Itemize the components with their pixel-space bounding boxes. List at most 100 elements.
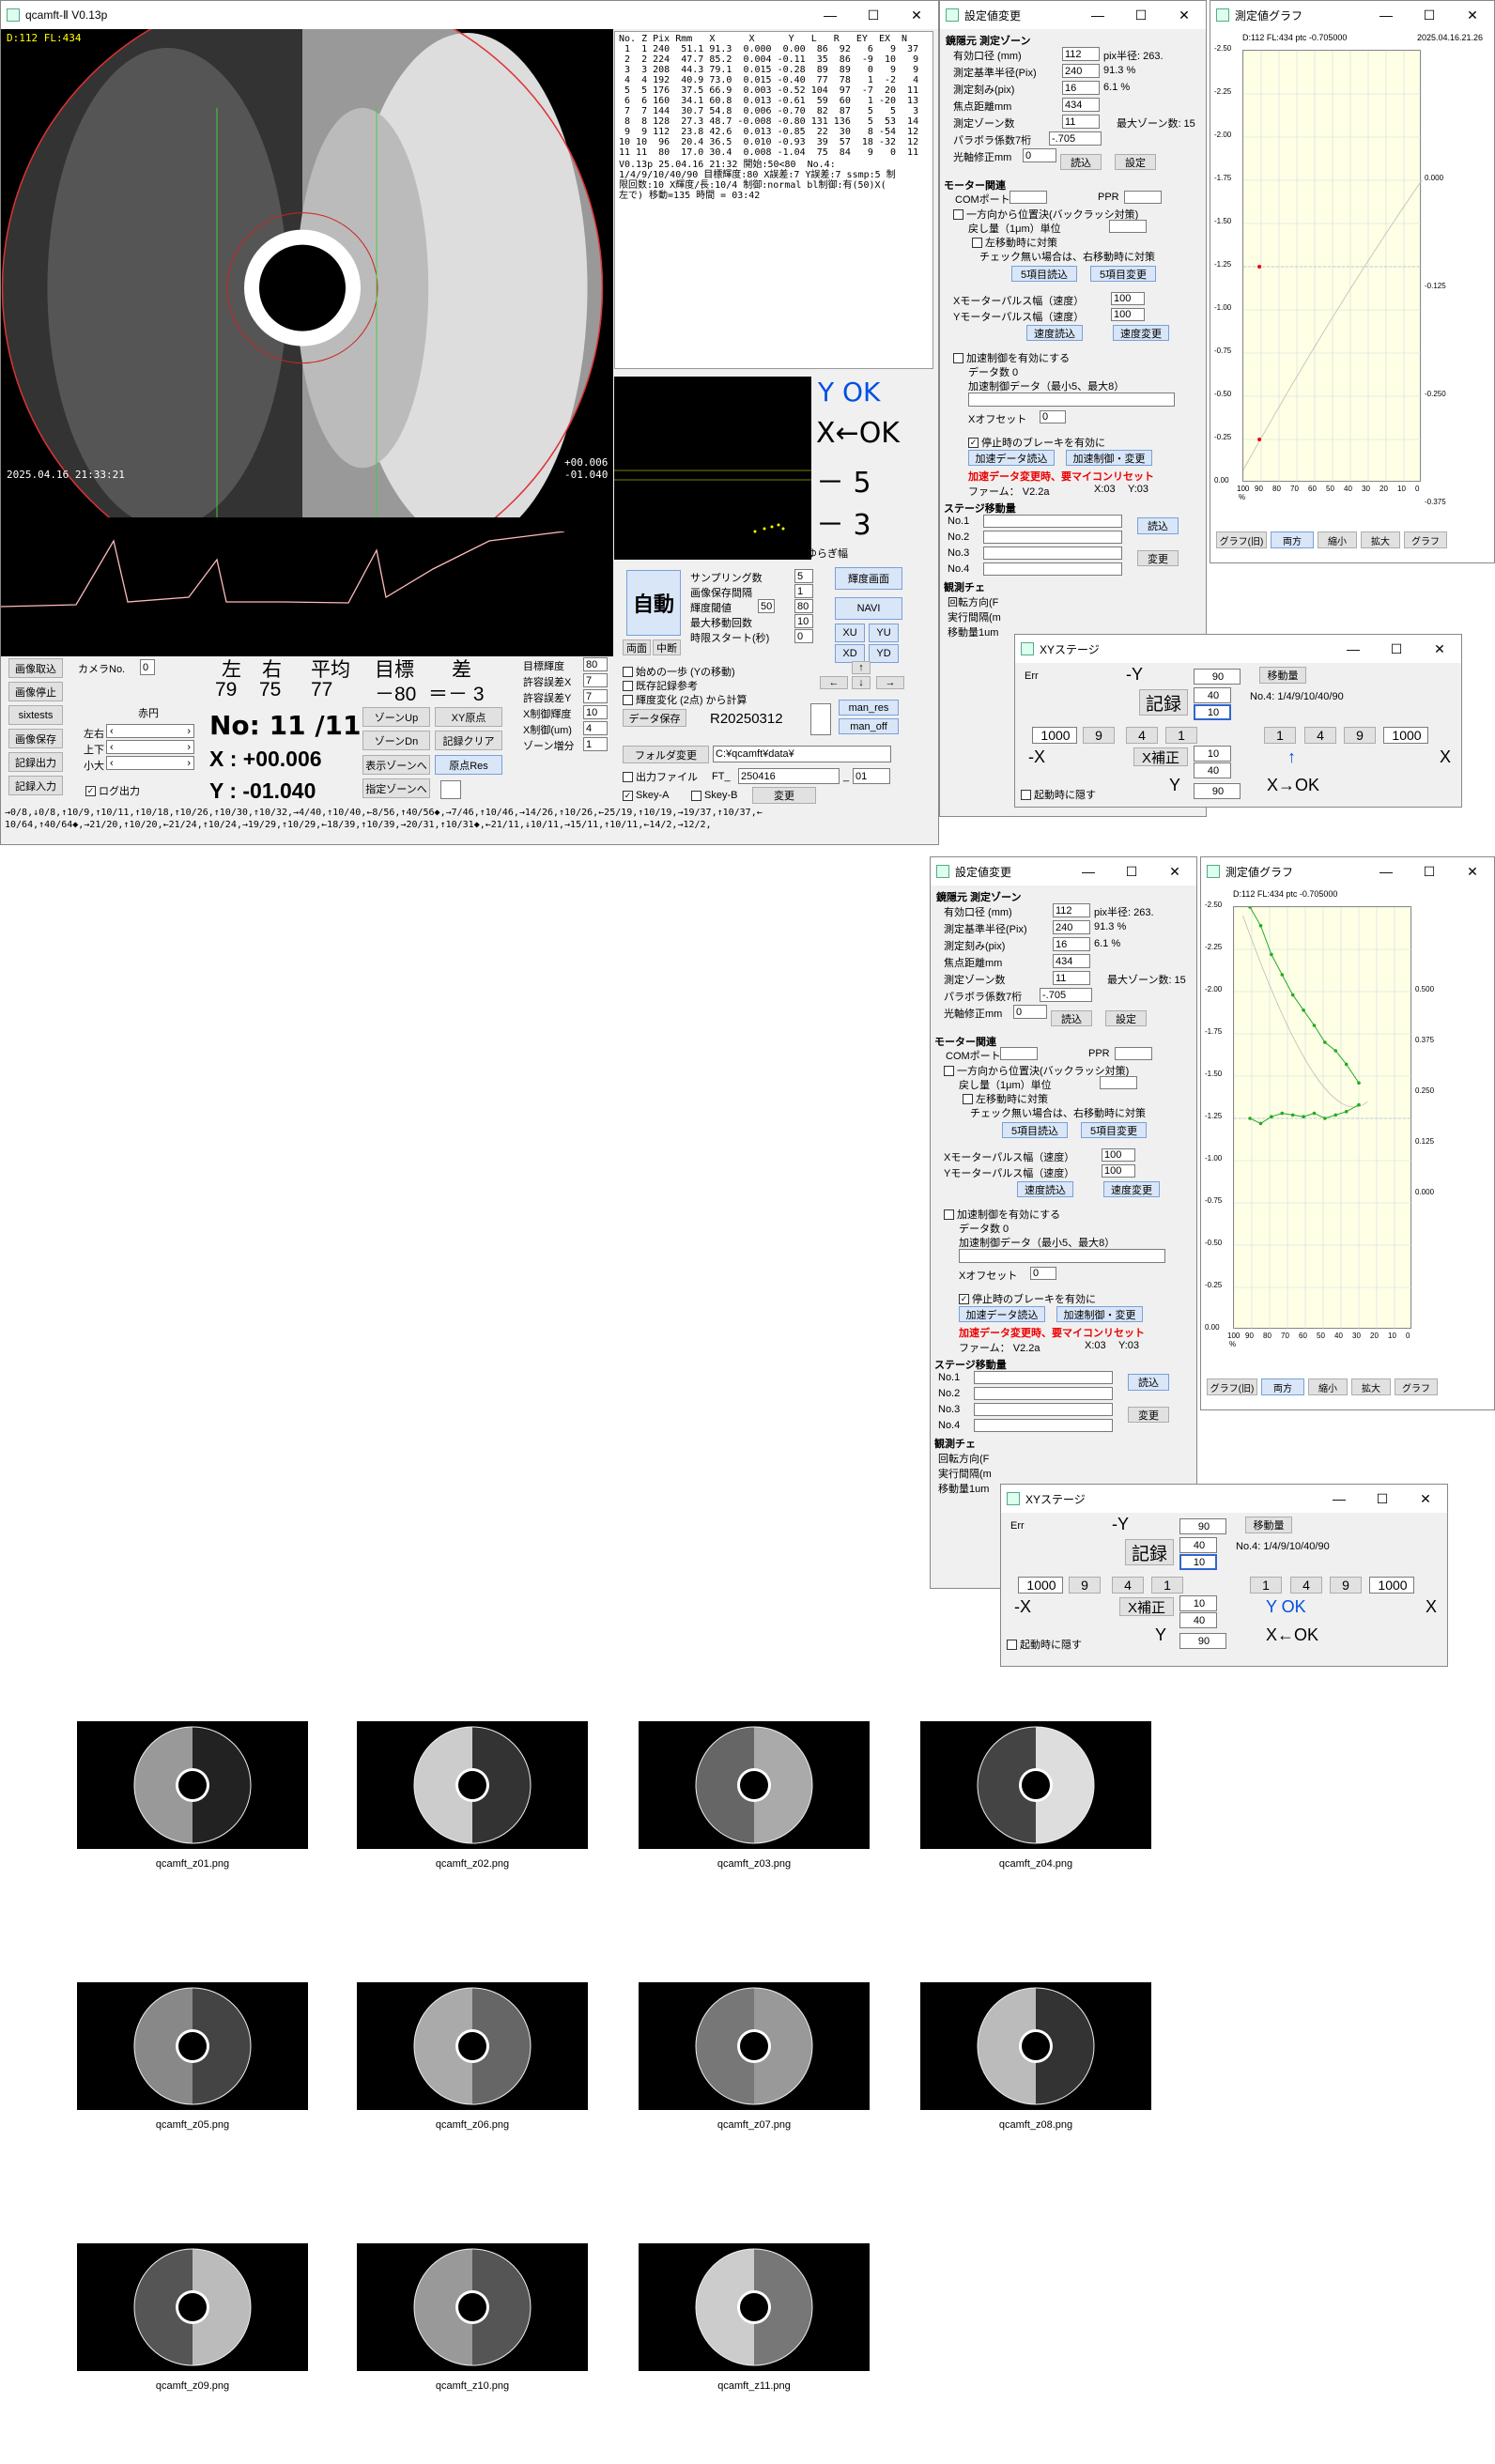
left-button-4[interactable]: 記録出力 bbox=[8, 752, 63, 772]
read-button[interactable]: 読込 bbox=[1060, 154, 1102, 170]
threshold-compare-input[interactable]: 80 bbox=[794, 599, 813, 613]
minimize-icon[interactable]: — bbox=[1076, 1, 1119, 29]
maximize-icon[interactable]: ☐ bbox=[1408, 1, 1451, 29]
change-button[interactable]: 変更 bbox=[752, 787, 816, 804]
maximize-icon[interactable]: ☐ bbox=[852, 1, 895, 29]
folder-change-button[interactable]: フォルダ変更 bbox=[623, 746, 709, 763]
step-button-0[interactable]: 1000 bbox=[1032, 727, 1077, 744]
step-button-0[interactable]: 1000 bbox=[1018, 1577, 1063, 1594]
skey-a-checkbox[interactable]: ✓Skey-A bbox=[623, 790, 669, 801]
thumbnail-image[interactable] bbox=[357, 2243, 588, 2371]
sample-input-3[interactable]: 10 bbox=[794, 614, 813, 628]
return-amount-input[interactable] bbox=[1109, 220, 1147, 233]
five-items-read-button[interactable]: 5項目読込 bbox=[1002, 1122, 1068, 1138]
brightness-screen-button[interactable]: 輝度画面 bbox=[835, 567, 902, 590]
setting-input-4[interactable]: 11 bbox=[1062, 115, 1100, 129]
setting-input-2[interactable]: 16 bbox=[1062, 81, 1100, 95]
ppr-input[interactable] bbox=[1115, 1047, 1152, 1060]
y-motor-input[interactable]: 100 bbox=[1102, 1164, 1135, 1178]
stage-input-3[interactable] bbox=[983, 562, 1122, 576]
step-button-4[interactable]: 1 bbox=[1264, 727, 1296, 744]
stage-input-3[interactable] bbox=[974, 1419, 1113, 1432]
adjust-scroll[interactable]: ‹› bbox=[106, 740, 194, 754]
accel-read-button[interactable]: 加速データ読込 bbox=[959, 1306, 1045, 1322]
brake-checkbox[interactable]: ✓ 停止時のブレーキを有効に bbox=[968, 435, 1105, 450]
graph-button-1[interactable]: 両方 bbox=[1271, 531, 1314, 548]
step-button-3[interactable]: 1 bbox=[1165, 727, 1197, 744]
x-correct-button[interactable]: X補正 bbox=[1133, 747, 1188, 766]
stage-change-button[interactable]: 変更 bbox=[1128, 1407, 1169, 1423]
accel-checkbox[interactable]: 加速制御を有効にする bbox=[953, 350, 1070, 365]
step-button-5[interactable]: 4 bbox=[1304, 727, 1336, 744]
thumbnail-image[interactable] bbox=[920, 1982, 1151, 2110]
close-icon[interactable]: ✕ bbox=[1163, 1, 1206, 29]
option-checkbox-1[interactable]: 既存記録参考 bbox=[623, 678, 698, 693]
y-step-90[interactable]: 90 bbox=[1194, 669, 1241, 685]
five-items-change-button[interactable]: 5項目変更 bbox=[1090, 266, 1156, 282]
param-input-1[interactable]: 7 bbox=[583, 673, 608, 687]
stage-input-0[interactable] bbox=[983, 515, 1122, 528]
thumbnail-image[interactable] bbox=[639, 1982, 870, 2110]
output-file-checkbox[interactable]: 出力ファイル bbox=[623, 769, 698, 784]
close-icon[interactable]: ✕ bbox=[895, 1, 938, 29]
log-output-checkbox[interactable]: ✓ログ出力 bbox=[85, 783, 140, 798]
left-button-5[interactable]: 記録入力 bbox=[8, 776, 63, 795]
right-arrow-icon[interactable]: → bbox=[876, 676, 904, 689]
up-arrow-icon[interactable]: ↑ bbox=[852, 661, 871, 674]
stop-button[interactable]: 中断 bbox=[653, 639, 681, 655]
x-step-40[interactable]: 40 bbox=[1194, 762, 1231, 778]
setting-input-0[interactable]: 112 bbox=[1062, 47, 1100, 61]
param-input-4[interactable]: 4 bbox=[583, 721, 608, 735]
adjust-scroll[interactable]: ‹› bbox=[106, 724, 194, 738]
left-move-checkbox[interactable]: 左移動時に対策 bbox=[963, 1091, 1048, 1106]
setting-input-1[interactable]: 240 bbox=[1062, 64, 1100, 78]
sample-input-1[interactable]: 1 bbox=[794, 584, 813, 598]
graph-button-0[interactable]: グラフ(旧) bbox=[1216, 531, 1267, 548]
minimize-icon[interactable]: — bbox=[1332, 635, 1375, 663]
stage-load-button[interactable]: 読込 bbox=[1128, 1374, 1169, 1391]
step-button-2[interactable]: 4 bbox=[1126, 727, 1158, 744]
close-icon[interactable]: ✕ bbox=[1153, 857, 1196, 886]
accel-change-button[interactable]: 加速制御・変更 bbox=[1056, 1306, 1143, 1322]
left-button-0[interactable]: 画像取込 bbox=[8, 658, 63, 678]
y-step-90[interactable]: 90 bbox=[1179, 1518, 1226, 1534]
step-button-7[interactable]: 1000 bbox=[1383, 727, 1428, 744]
camera-no-input[interactable]: 0 bbox=[140, 659, 155, 675]
move-amount-button[interactable]: 移動量 bbox=[1259, 667, 1306, 684]
set-button[interactable]: 設定 bbox=[1115, 154, 1156, 170]
step-button-4[interactable]: 1 bbox=[1250, 1577, 1282, 1594]
thumbnail-image[interactable] bbox=[77, 2243, 308, 2371]
man-res-button[interactable]: man_res bbox=[839, 700, 899, 716]
thumbnail-image[interactable] bbox=[77, 1721, 308, 1849]
control-button-6[interactable]: 指定ゾーンへ bbox=[362, 778, 430, 798]
control-button-5[interactable]: 原点Res bbox=[435, 755, 502, 775]
data-save-button[interactable]: データ保存 bbox=[623, 709, 686, 727]
accel-checkbox[interactable]: 加速制御を有効にする bbox=[944, 1207, 1060, 1222]
yu-button[interactable]: YU bbox=[869, 624, 899, 642]
sample-input-0[interactable]: 5 bbox=[794, 569, 813, 583]
setting-input-0[interactable]: 112 bbox=[1053, 903, 1090, 917]
param-input-2[interactable]: 7 bbox=[583, 689, 608, 703]
left-button-2[interactable]: sixtests bbox=[8, 705, 63, 725]
control-button-0[interactable]: ゾーンUp bbox=[362, 707, 430, 727]
stage-input-2[interactable] bbox=[983, 547, 1122, 560]
param-input-5[interactable]: 1 bbox=[583, 737, 608, 751]
stage-input-1[interactable] bbox=[974, 1387, 1113, 1400]
navi-button[interactable]: NAVI bbox=[835, 597, 902, 620]
xu-button[interactable]: XU bbox=[835, 624, 865, 642]
y-step-40[interactable]: 40 bbox=[1194, 687, 1231, 703]
speed-change-button[interactable]: 速度変更 bbox=[1113, 325, 1169, 341]
left-button-1[interactable]: 画像停止 bbox=[8, 682, 63, 701]
return-amount-input[interactable] bbox=[1100, 1076, 1137, 1089]
set-button[interactable]: 設定 bbox=[1105, 1010, 1147, 1026]
close-icon[interactable]: ✕ bbox=[1451, 1, 1494, 29]
step-button-7[interactable]: 1000 bbox=[1369, 1577, 1414, 1594]
sample-input-4[interactable]: 0 bbox=[794, 629, 813, 643]
x-offset-input[interactable]: 0 bbox=[1040, 410, 1066, 424]
graph-button-4[interactable]: グラフ bbox=[1404, 531, 1447, 548]
skey-b-checkbox[interactable]: Skey-B bbox=[691, 790, 737, 801]
thumbnail-image[interactable] bbox=[639, 1721, 870, 1849]
graph-button-0[interactable]: グラフ(旧) bbox=[1207, 1378, 1257, 1395]
param-input-0[interactable]: 80 bbox=[583, 657, 608, 671]
control-button-3[interactable]: 記録クリア bbox=[435, 731, 502, 750]
